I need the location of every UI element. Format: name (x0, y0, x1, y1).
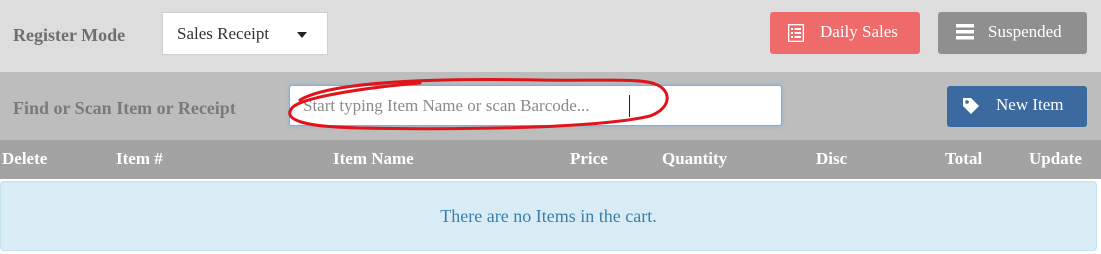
new-item-button[interactable]: New Item (947, 86, 1087, 127)
column-header-update: Update (1029, 149, 1082, 168)
cart-table-header: Delete Item # Item Name Price Quantity D… (0, 140, 1101, 179)
column-header-item-name: Item Name (333, 149, 414, 168)
list-icon (787, 23, 805, 47)
caret-down-icon (297, 32, 307, 38)
item-search-input[interactable]: Start typing Item Name or scan Barcode..… (289, 85, 782, 126)
column-header-quantity: Quantity (662, 149, 728, 168)
register-toolbar: Register Mode Sales Receipt Daily Sales … (0, 0, 1101, 72)
empty-cart-alert: There are no Items in the cart. (0, 181, 1097, 251)
register-mode-select[interactable]: Sales Receipt (162, 12, 328, 55)
daily-sales-label: Daily Sales (820, 22, 898, 41)
new-item-label: New Item (996, 95, 1064, 114)
column-header-total: Total (945, 149, 983, 168)
stack-icon (956, 24, 974, 45)
register-mode-value: Sales Receipt (177, 24, 270, 43)
suspended-label: Suspended (988, 22, 1062, 41)
suspended-button[interactable]: Suspended (938, 12, 1087, 54)
column-header-disc: Disc (816, 149, 848, 168)
column-header-item-number: Item # (116, 149, 163, 168)
find-scan-label: Find or Scan Item or Receipt (13, 98, 236, 118)
search-placeholder: Start typing Item Name or scan Barcode..… (303, 96, 590, 115)
daily-sales-button[interactable]: Daily Sales (770, 12, 920, 54)
find-toolbar: Find or Scan Item or Receipt Start typin… (0, 72, 1101, 140)
tag-icon (962, 97, 980, 120)
text-cursor (629, 95, 630, 117)
register-mode-label: Register Mode (13, 25, 126, 45)
column-header-delete: Delete (2, 149, 48, 168)
empty-cart-message: There are no Items in the cart. (440, 206, 657, 226)
column-header-price: Price (570, 149, 608, 168)
